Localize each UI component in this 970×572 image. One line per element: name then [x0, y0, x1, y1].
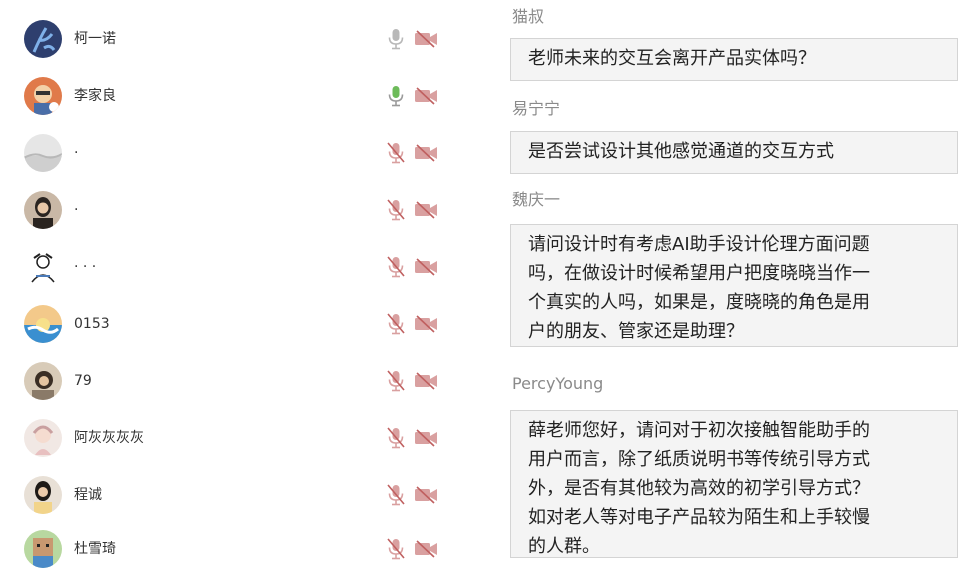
camera-off-icon[interactable] [414, 540, 438, 558]
avatar [24, 248, 62, 286]
participant-row[interactable]: 0153 [0, 297, 490, 353]
message-line: 外，是否有其他较为高效的初学引导方式？ [528, 478, 870, 499]
microphone-muted-icon[interactable] [386, 199, 406, 221]
camera-off-icon[interactable] [414, 258, 438, 276]
camera-off-icon[interactable] [414, 201, 438, 219]
avatar [24, 191, 62, 229]
message-line: 吗，在做设计时候希望用户把度晓晓当作一 [528, 263, 870, 284]
microphone-muted-icon[interactable] [386, 370, 406, 392]
participant-name: 杜雪琦 [74, 541, 116, 557]
microphone-muted-icon[interactable] [386, 142, 406, 164]
message-sender: 易宁宁 [512, 99, 561, 118]
participant-row[interactable]: 79 [0, 354, 490, 410]
microphone-icon[interactable] [386, 85, 406, 107]
message-sender: PercyYoung [512, 374, 604, 393]
avatar [24, 362, 62, 400]
microphone-muted-icon[interactable] [386, 313, 406, 335]
avatar [24, 20, 62, 58]
participant-name: · [74, 145, 79, 161]
chat-panel: 猫叔 老师未来的交互会离开产品实体吗？ 易宁宁 是否尝试设计其他感觉通道的交互方… [490, 0, 970, 572]
message-bubble: 老师未来的交互会离开产品实体吗？ [510, 38, 958, 81]
avatar [24, 476, 62, 514]
message-bubble: 是否尝试设计其他感觉通道的交互方式 [510, 131, 958, 174]
participant-name: 79 [74, 373, 92, 389]
microphone-icon[interactable] [386, 28, 406, 50]
participant-name: 李家良 [74, 88, 116, 104]
camera-off-icon[interactable] [414, 144, 438, 162]
camera-off-icon[interactable] [414, 30, 438, 48]
microphone-muted-icon[interactable] [386, 256, 406, 278]
avatar [24, 419, 62, 457]
avatar [24, 530, 62, 568]
camera-off-icon[interactable] [414, 486, 438, 504]
message-line: 是否尝试设计其他感觉通道的交互方式 [528, 141, 834, 162]
participant-name: · · · [74, 259, 97, 275]
participant-row[interactable]: · [0, 126, 490, 182]
participant-name: · [74, 202, 79, 218]
message-bubble: 薛老师您好，请问对于初次接触智能助手的 用户而言，除了纸质说明书等传统引导方式 … [510, 410, 958, 558]
microphone-muted-icon[interactable] [386, 427, 406, 449]
camera-off-icon[interactable] [414, 315, 438, 333]
participant-row[interactable]: 阿灰灰灰灰 [0, 411, 490, 467]
message-line: 用户而言，除了纸质说明书等传统引导方式 [528, 449, 870, 470]
message-line: 个真实的人吗，如果是，度晓晓的角色是用 [528, 292, 870, 313]
participant-row[interactable]: 李家良 [0, 69, 490, 125]
participant-row[interactable]: 柯一诺 [0, 12, 490, 68]
avatar [24, 305, 62, 343]
message-line: 薛老师您好，请问对于初次接触智能助手的 [528, 420, 870, 441]
avatar [24, 77, 62, 115]
message-line: 户的朋友、管家还是助理？ [528, 321, 744, 342]
message-line: 老师未来的交互会离开产品实体吗？ [528, 48, 816, 69]
participant-list: 柯一诺 李家良 · · · · · 0153 79 阿灰灰灰灰 程诚 杜雪琦 [0, 0, 490, 572]
message-sender: 魏庆一 [512, 190, 561, 209]
participant-row[interactable]: · [0, 183, 490, 239]
camera-off-icon[interactable] [414, 87, 438, 105]
microphone-muted-icon[interactable] [386, 538, 406, 560]
message-line: 的人群。 [528, 536, 600, 557]
avatar [24, 134, 62, 172]
message-bubble: 请问设计时有考虑AI助手设计伦理方面问题 吗，在做设计时候希望用户把度晓晓当作一… [510, 224, 958, 347]
participant-row[interactable]: 程诚 [0, 468, 490, 524]
message-sender: 猫叔 [512, 7, 545, 26]
participant-name: 柯一诺 [74, 31, 116, 47]
participant-name: 阿灰灰灰灰 [74, 430, 144, 446]
microphone-muted-icon[interactable] [386, 484, 406, 506]
message-line: 如对老人等对电子产品较为陌生和上手较慢 [528, 507, 870, 528]
camera-off-icon[interactable] [414, 429, 438, 447]
participant-row[interactable]: 杜雪琦 [0, 522, 490, 572]
participant-name: 0153 [74, 316, 110, 332]
message-line: 请问设计时有考虑AI助手设计伦理方面问题 [528, 234, 870, 255]
participant-name: 程诚 [74, 487, 102, 503]
participant-row[interactable]: · · · [0, 240, 490, 296]
camera-off-icon[interactable] [414, 372, 438, 390]
